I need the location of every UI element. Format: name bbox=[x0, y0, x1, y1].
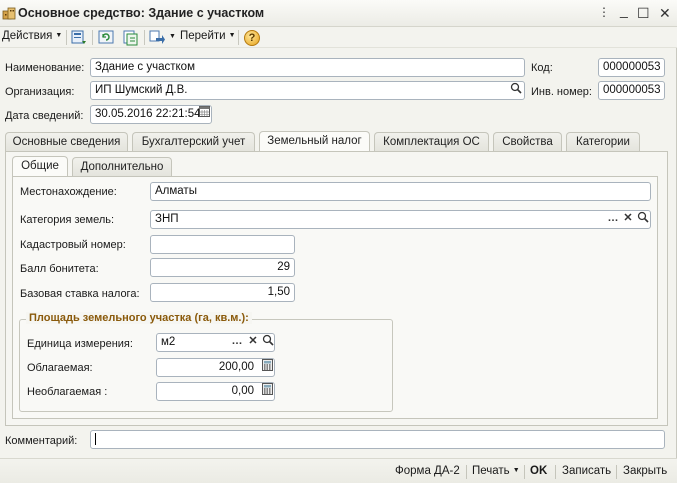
bonitet-field[interactable]: 29 bbox=[150, 258, 295, 277]
refresh-icon[interactable] bbox=[97, 29, 115, 46]
bottom-separator bbox=[466, 465, 467, 479]
copy-document-icon[interactable] bbox=[121, 29, 139, 46]
clear-icon[interactable]: ✕ bbox=[245, 334, 261, 351]
name-field[interactable]: Здание с участком bbox=[90, 58, 525, 77]
bottom-separator bbox=[555, 465, 556, 479]
organization-label: Организация: bbox=[5, 86, 75, 98]
tab-properties[interactable]: Свойства bbox=[493, 132, 562, 152]
comment-label: Комментарий: bbox=[5, 435, 78, 447]
select-ellipsis-icon[interactable]: … bbox=[605, 211, 621, 228]
base-rate-field[interactable]: 1,50 bbox=[150, 283, 295, 302]
search-icon[interactable] bbox=[635, 211, 651, 228]
tab-categories[interactable]: Категории bbox=[566, 132, 640, 152]
search-icon[interactable] bbox=[260, 334, 276, 351]
calendar-icon[interactable] bbox=[196, 106, 212, 123]
toolbar-separator bbox=[238, 30, 239, 45]
code-label: Код: bbox=[531, 62, 553, 74]
window-menu-icon[interactable]: ⋮ bbox=[598, 5, 610, 19]
tab-basic-info[interactable]: Основные сведения bbox=[5, 132, 128, 152]
location-label: Местонахождение: bbox=[20, 186, 117, 198]
object-form-window: Основное средство: Здание с участком ⋮ _… bbox=[0, 0, 677, 483]
subtab-general[interactable]: Общие bbox=[12, 156, 68, 178]
save-and-close-icon[interactable] bbox=[70, 29, 88, 46]
save-button[interactable]: Записать bbox=[562, 465, 611, 477]
toolbar-separator bbox=[144, 30, 145, 45]
minimize-icon[interactable]: _ bbox=[620, 2, 628, 18]
toolbar-separator bbox=[92, 30, 93, 45]
organization-field[interactable]: ИП Шумский Д.В. bbox=[90, 81, 525, 100]
tab-land-tax[interactable]: Земельный налог bbox=[259, 131, 370, 153]
land-category-field[interactable]: ЗНП bbox=[150, 210, 651, 229]
help-icon[interactable]: ? bbox=[244, 30, 260, 46]
nontaxable-area-field[interactable]: 0,00 bbox=[156, 382, 275, 401]
subtab-additional[interactable]: Дополнительно bbox=[72, 157, 172, 177]
select-ellipsis-icon[interactable]: … bbox=[229, 334, 245, 351]
cadastral-number-field[interactable] bbox=[150, 235, 295, 254]
location-field[interactable]: Алматы bbox=[150, 182, 651, 201]
inventory-number-field[interactable]: 000000053 bbox=[598, 81, 665, 100]
unit-label: Единица измерения: bbox=[27, 338, 133, 350]
maximize-icon[interactable]: ☐ bbox=[637, 5, 650, 22]
close-button[interactable]: Закрыть bbox=[623, 465, 667, 477]
search-icon[interactable] bbox=[508, 82, 524, 99]
date-field[interactable]: 30.05.2016 22:21:54 bbox=[90, 105, 212, 124]
base-rate-label: Базовая ставка налога: bbox=[20, 288, 140, 300]
title-bar: Основное средство: Здание с участком ⋮ _… bbox=[0, 0, 677, 27]
land-category-label: Категория земель: bbox=[20, 214, 115, 226]
bottom-separator bbox=[616, 465, 617, 479]
goto-menu[interactable]: Перейти ▼ bbox=[180, 30, 236, 42]
tab-accounting[interactable]: Бухгалтерский учет bbox=[132, 132, 255, 152]
building-icon bbox=[2, 7, 16, 20]
land-area-group-title: Площадь земельного участка (га, кв.м.): bbox=[26, 312, 252, 324]
print-menu[interactable]: Печать ▼ bbox=[472, 465, 520, 477]
structure-subordination-icon[interactable] bbox=[148, 29, 166, 46]
bonitet-label: Балл бонитета: bbox=[20, 263, 99, 275]
taxable-area-label: Облагаемая: bbox=[27, 362, 93, 374]
bottom-command-bar: Форма ДА-2 Печать ▼ OK Записать Закрыть bbox=[0, 458, 677, 483]
calculator-icon[interactable] bbox=[259, 359, 275, 376]
structure-dropdown-arrow[interactable]: ▼ bbox=[166, 31, 176, 43]
toolbar-separator bbox=[66, 30, 67, 45]
nontaxable-area-label: Необлагаемая : bbox=[27, 386, 108, 398]
window-title: Основное средство: Здание с участком bbox=[18, 6, 265, 20]
name-label: Наименование: bbox=[5, 62, 85, 74]
cadastral-number-label: Кадастровый номер: bbox=[20, 239, 126, 251]
bottom-separator bbox=[524, 465, 525, 479]
actions-menu[interactable]: Действия ▼ bbox=[2, 30, 62, 42]
close-icon[interactable]: ✕ bbox=[659, 5, 671, 22]
code-field[interactable]: 000000053 bbox=[598, 58, 665, 77]
tab-equipment[interactable]: Комплектация ОС bbox=[374, 132, 489, 152]
comment-field[interactable] bbox=[90, 430, 665, 449]
date-label: Дата сведений: bbox=[5, 110, 84, 122]
calculator-icon[interactable] bbox=[259, 383, 275, 400]
ok-button[interactable]: OK bbox=[530, 465, 547, 477]
toolbar: Действия ▼ ▼ Перейти ▼ ? bbox=[0, 27, 677, 48]
inventory-number-label: Инв. номер: bbox=[531, 86, 592, 98]
form-da2-button[interactable]: Форма ДА-2 bbox=[395, 465, 460, 477]
clear-icon[interactable]: ✕ bbox=[620, 211, 636, 228]
taxable-area-field[interactable]: 200,00 bbox=[156, 358, 275, 377]
